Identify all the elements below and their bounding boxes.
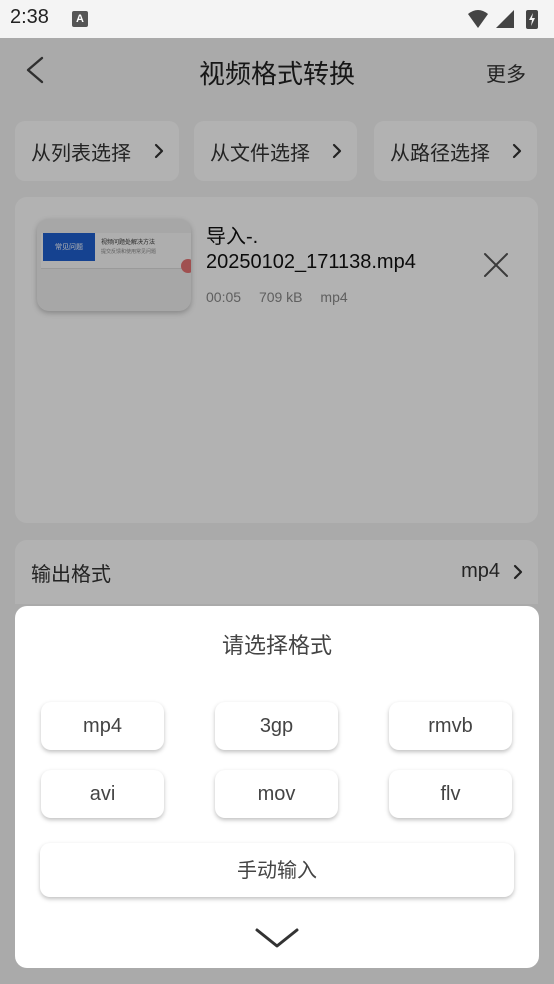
format-option-mov[interactable]: mov (215, 770, 338, 818)
status-icons (468, 10, 538, 29)
notification-icon: A (72, 11, 88, 27)
status-bar: 2:38 A (0, 0, 554, 38)
status-time: 2:38 (10, 6, 49, 28)
format-option-avi[interactable]: avi (41, 770, 164, 818)
sheet-title: 请选择格式 (221, 634, 332, 659)
wifi-icon (468, 10, 488, 28)
chevron-down-icon[interactable] (253, 924, 301, 952)
format-option-flv[interactable]: flv (389, 770, 512, 818)
manual-input-button[interactable]: 手动输入 (40, 843, 514, 897)
signal-icon (496, 10, 514, 28)
format-option-mp4[interactable]: mp4 (41, 702, 164, 750)
format-option-3gp[interactable]: 3gp (215, 702, 338, 750)
format-picker-sheet: 请选择格式 mp4 3gp rmvb avi mov flv 手动输入 (15, 606, 539, 968)
format-option-rmvb[interactable]: rmvb (389, 702, 512, 750)
